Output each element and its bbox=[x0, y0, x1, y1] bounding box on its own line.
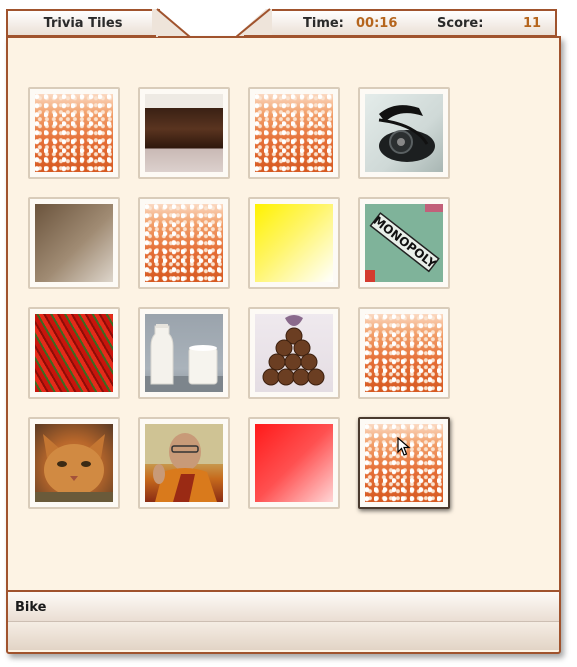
chocolate-truffles-picture bbox=[255, 314, 333, 392]
tile-5-brown-swatch[interactable] bbox=[28, 197, 120, 289]
tile-11-truffles[interactable] bbox=[248, 307, 340, 399]
tile-back-pattern bbox=[365, 424, 443, 502]
tile-10-milk[interactable] bbox=[138, 307, 230, 399]
tile-8-monopoly[interactable]: MONOPOLY bbox=[358, 197, 450, 289]
game-title: Trivia Tiles bbox=[43, 16, 123, 31]
smiling-monk-picture bbox=[145, 424, 223, 502]
orange-cat-picture bbox=[35, 424, 113, 502]
tile-back-pattern bbox=[365, 314, 443, 392]
tile-1-face-down[interactable] bbox=[28, 87, 120, 179]
tile-back-pattern bbox=[145, 204, 223, 282]
tile-12-face-down[interactable] bbox=[358, 307, 450, 399]
tile-back-pattern bbox=[255, 94, 333, 172]
title-tab-slant bbox=[152, 8, 191, 38]
score-value: 11 bbox=[523, 16, 542, 31]
tile-13-cat[interactable] bbox=[28, 417, 120, 509]
frame-top-edge-left bbox=[6, 35, 156, 37]
tile-7-yellow-swatch[interactable] bbox=[248, 197, 340, 289]
mouse-pointer-icon bbox=[397, 437, 411, 456]
chili-peppers-picture bbox=[35, 314, 113, 392]
score-label: Score: bbox=[437, 16, 484, 31]
yellow-gradient-picture bbox=[255, 204, 333, 282]
tile-4-telephone[interactable] bbox=[358, 87, 450, 179]
frame-top-edge-right bbox=[244, 35, 557, 37]
target-word: Bike bbox=[15, 600, 47, 615]
tile-2-cake[interactable] bbox=[138, 87, 230, 179]
tile-6-face-down[interactable] bbox=[138, 197, 230, 289]
chocolate-cake-picture bbox=[145, 94, 223, 172]
game-board: MONOPOLY bbox=[6, 36, 561, 654]
monopoly-board-picture: MONOPOLY bbox=[365, 204, 443, 282]
hud-tab: Time: 00:16 Score: 11 bbox=[270, 9, 557, 37]
footer-bottom-bar bbox=[8, 622, 559, 650]
hud-tab-slant bbox=[236, 8, 272, 38]
tile-14-monk[interactable] bbox=[138, 417, 230, 509]
time-label: Time: bbox=[303, 16, 344, 31]
time-value: 00:16 bbox=[356, 16, 398, 31]
rotary-telephone-picture bbox=[365, 94, 443, 172]
tile-3-face-down[interactable] bbox=[248, 87, 340, 179]
tile-9-peppers[interactable] bbox=[28, 307, 120, 399]
target-word-bar: Bike bbox=[8, 592, 559, 622]
brown-gradient-picture bbox=[35, 204, 113, 282]
milk-picture bbox=[145, 314, 223, 392]
tile-15-red-swatch[interactable] bbox=[248, 417, 340, 509]
red-gradient-picture bbox=[255, 424, 333, 502]
tile-back-pattern bbox=[35, 94, 113, 172]
tile-16-face-down-selected[interactable] bbox=[358, 417, 450, 509]
title-tab: Trivia Tiles bbox=[6, 9, 160, 37]
